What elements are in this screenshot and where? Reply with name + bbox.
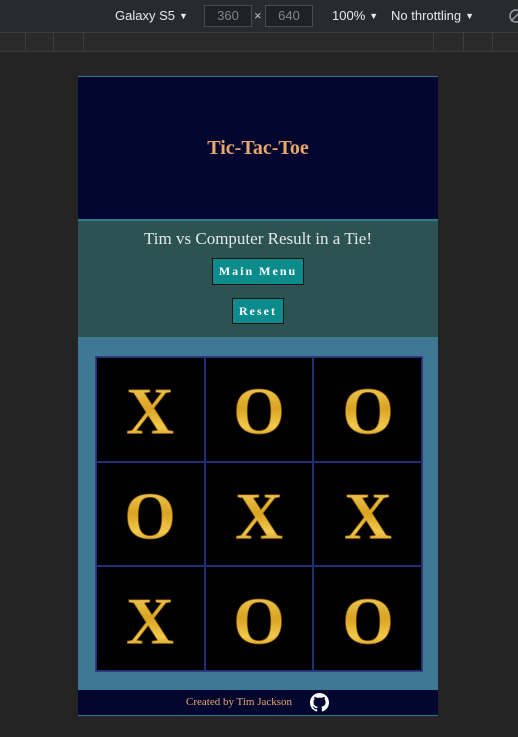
board-cell[interactable]: X: [313, 461, 422, 567]
svg-text:O: O: [342, 585, 394, 655]
x-mark-icon: X: [126, 585, 175, 655]
x-mark-icon: X: [126, 375, 175, 446]
board-cell[interactable]: X: [96, 566, 205, 671]
page-title: Tic-Tac-Toe: [207, 137, 309, 159]
chevron-down-icon: ▼: [369, 11, 379, 21]
throttling-select[interactable]: No throttling ▼: [391, 0, 474, 32]
o-mark-icon: O: [124, 480, 177, 550]
svg-text:X: X: [235, 480, 283, 550]
viewport-width-input[interactable]: 360: [204, 5, 252, 27]
svg-text:O: O: [233, 376, 285, 446]
o-mark-icon: O: [233, 585, 285, 655]
board-cell[interactable]: O: [313, 566, 422, 671]
o-mark-icon: O: [233, 375, 285, 446]
board-cell[interactable]: O: [204, 357, 314, 462]
svg-text:O: O: [125, 480, 177, 550]
footer-credit: Created by Tim Jackson: [186, 696, 293, 708]
chevron-down-icon: ▼: [465, 11, 475, 21]
rotate-icon[interactable]: [508, 0, 518, 32]
o-mark-icon: O: [342, 585, 394, 655]
game-board: X O O O X X X O O: [95, 356, 423, 672]
device-select[interactable]: Galaxy S5 ▼: [115, 0, 188, 32]
footer: Created by Tim Jackson: [78, 690, 438, 716]
device-name: Galaxy S5: [115, 8, 175, 23]
o-mark-icon: O: [342, 375, 394, 446]
device-viewport: Tic-Tac-Toe Tim vs Computer Result in a …: [78, 76, 438, 716]
app-header: Tic-Tac-Toe: [78, 76, 438, 221]
times-sign: ×: [254, 8, 262, 23]
result-message: Tim vs Computer Result in a Tie!: [144, 229, 372, 248]
game-status-panel: Tim vs Computer Result in a Tie! Main Me…: [78, 221, 438, 337]
x-mark-icon: X: [235, 480, 284, 550]
board-area: X O O O X X X O O: [78, 337, 438, 690]
github-icon[interactable]: [310, 693, 329, 712]
viewport-height-input[interactable]: 640: [265, 5, 313, 27]
devtools-device-toolbar: Galaxy S5 ▼ 360 × 640 100% ▼ No throttling…: [0, 0, 518, 33]
board-cell[interactable]: X: [96, 357, 205, 462]
svg-text:O: O: [342, 376, 394, 446]
chevron-down-icon: ▼: [178, 11, 188, 21]
x-mark-icon: X: [343, 480, 392, 550]
zoom-level: 100%: [332, 8, 366, 23]
board-cell[interactable]: O: [204, 566, 314, 671]
board-cell[interactable]: O: [96, 461, 205, 567]
svg-text:X: X: [126, 376, 174, 446]
zoom-select[interactable]: 100% ▼: [332, 0, 378, 32]
svg-text:O: O: [233, 585, 285, 655]
media-query-bar: [0, 33, 518, 52]
board-cell[interactable]: X: [204, 461, 314, 567]
board-cell[interactable]: O: [313, 357, 422, 462]
svg-text:X: X: [344, 480, 392, 550]
reset-button[interactable]: Reset: [232, 298, 284, 324]
svg-text:X: X: [126, 585, 174, 655]
throttling-label: No throttling: [391, 8, 462, 23]
main-menu-button[interactable]: Main Menu: [212, 258, 304, 285]
